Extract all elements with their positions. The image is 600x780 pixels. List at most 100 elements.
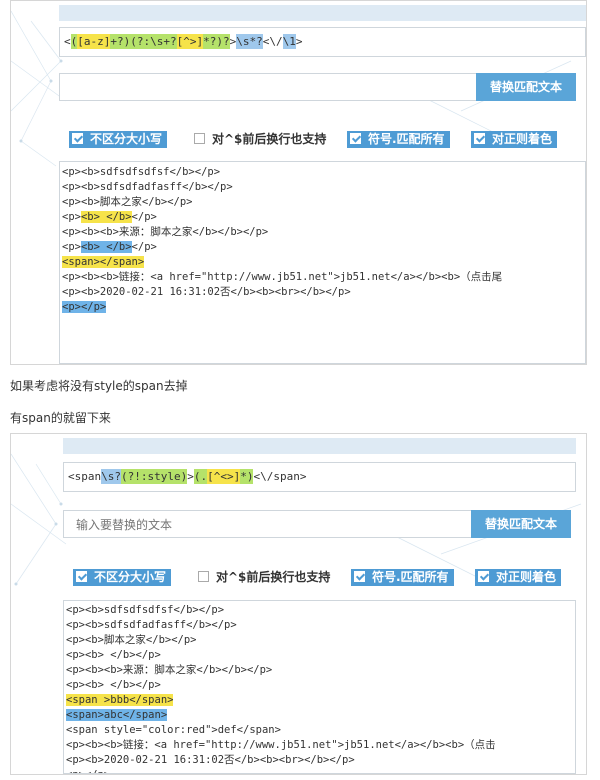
option-checkbox[interactable]: 不区分大小写 (73, 569, 172, 586)
regex-tool-screenshot-1: <([a-z]+?)(?:\s+?[^>]*?)?>\s*?<\/\1> 替换匹… (10, 0, 587, 365)
option-label: 不区分大小写 (94, 570, 167, 584)
text-line: <p><b>sdfsdfsdfsf</b></p> (60, 165, 585, 180)
line-text: <p><b>sdfsdfsdfsf</b></p> (66, 604, 225, 616)
option-checkbox[interactable]: 对^$前后换行也支持 (195, 569, 333, 586)
checkbox-checked-icon (478, 571, 489, 582)
top-bar (59, 5, 586, 21)
regex-token: \s? (101, 469, 121, 484)
regex-token: > (187, 470, 194, 483)
line-text: <span style="color:red">def</span> (66, 724, 281, 736)
caption-1: 如果考虑将没有style的span去掉 (10, 379, 188, 393)
text-area[interactable]: <p><b>sdfsdfsdfsf</b></p> <p><b>sdfsdfadf… (63, 600, 576, 774)
text-line: <p><b><b>来源：脚本之家</b></b></p> (64, 663, 575, 678)
option-checkbox[interactable]: 对正则着色 (475, 569, 562, 586)
option-checkbox[interactable]: 不区分大小写 (69, 131, 168, 148)
line-text: <p><b>sdfsdfadfasff</b></p> (66, 619, 237, 631)
text-line: <span>abc</span> (64, 708, 575, 723)
line-text: <p><b>sdfsdfadfasff</b></p> (62, 181, 233, 193)
option-label: 对正则着色 (496, 570, 557, 584)
regex-token: \s*? (236, 34, 263, 49)
text-area[interactable]: <p><b>sdfsdfsdfsf</b></p> <p><b>sdfsdfadf… (59, 161, 586, 364)
regex-token: (?! (121, 469, 141, 484)
text-line: <p><b>脚本之家</b></p> (60, 195, 585, 210)
checkbox-checked-icon (354, 571, 365, 582)
option-label: 对^$前后换行也支持 (216, 570, 331, 584)
regex-token: +?) (110, 34, 131, 49)
text-line: <span style="color:red">def</span> (64, 723, 575, 738)
text-line: <p><b>sdfsdfadfasff</b></p> (60, 180, 585, 195)
text-line: <p></p> (60, 300, 585, 315)
checkbox-unchecked-icon (198, 571, 209, 582)
regex-input[interactable]: <([a-z]+?)(?:\s+?[^>]*?)?>\s*?<\/\1> (59, 27, 586, 57)
regex-token: (?: (130, 34, 151, 49)
regex-token: \1 (282, 34, 296, 49)
text-line: <span></span> (60, 255, 585, 270)
line-text: <p><b>2020-02-21 16:31:02否</b><b><br></b… (66, 754, 355, 766)
text-line: <p><b> </b></p> (60, 240, 585, 255)
regex-token: [^>] (176, 34, 204, 49)
option-label: 不区分大小写 (90, 132, 163, 146)
line-text: <p><b><b>链接：<a href="http://www.jb51.net… (62, 271, 503, 283)
regex-token: <span (68, 470, 102, 483)
regex-token: <\/span> (253, 470, 307, 483)
replace-input[interactable] (64, 511, 478, 539)
match-highlight: <p></p> (62, 301, 107, 313)
line-text: <p><b> </b></p> (66, 649, 161, 661)
line-text: <p><b><b>来源：脚本之家</b></b></p> (62, 226, 269, 238)
regex-token: :style) (140, 469, 188, 484)
caption-2: 有span的就留下来 (10, 411, 111, 425)
regex-token: *?)? (203, 34, 230, 49)
match-highlight: <span >bbb</span> (66, 694, 174, 706)
text-line: <p><b>sdfsdfadfasff</b></p> (64, 618, 575, 633)
line-text: <p> (62, 241, 81, 253)
replace-input[interactable] (60, 74, 474, 102)
match-highlight: <span>abc</span> (66, 709, 168, 721)
top-bar (63, 438, 576, 454)
line-text: <p><b>脚本之家</b></p> (66, 634, 197, 646)
line-text: <p><b><b>来源：脚本之家</b></b></p> (66, 664, 273, 676)
text-line: <p><b>sdfsdfsdfsf</b></p> (64, 603, 575, 618)
match-highlight: <span></span> (62, 256, 145, 268)
text-line: <p><b>2020-02-21 16:31:02否</b><b><br></b… (64, 753, 575, 768)
text-line: <p><b>2020-02-21 16:31:02否</b><b><br></b… (60, 285, 585, 300)
line-text: <p></p> (66, 769, 110, 773)
regex-token: <\/ (262, 35, 283, 48)
line-text: <p><b>2020-02-21 16:31:02否</b><b><br></b… (62, 286, 351, 298)
line-text: <p><b>脚本之家</b></p> (62, 196, 193, 208)
text-line: <p><b><b>来源：脚本之家</b></b></p> (60, 225, 585, 240)
option-checkbox[interactable]: 符号.匹配所有 (351, 569, 454, 586)
text-line: <p><b> </b></p> (64, 678, 575, 693)
text-line: <p></p> (64, 768, 575, 773)
option-checkbox[interactable]: 符号.匹配所有 (347, 131, 450, 148)
option-label: 符号.匹配所有 (368, 132, 445, 146)
option-label: 对^$前后换行也支持 (212, 132, 327, 146)
regex-token: < (64, 35, 71, 48)
checkbox-checked-icon (72, 133, 83, 144)
regex-token: [a-z] (77, 34, 111, 49)
replace-row: 替换匹配文本 (59, 73, 576, 102)
option-checkbox[interactable]: 对^$前后换行也支持 (191, 131, 329, 148)
line-text: <p><b> </b></p> (66, 679, 161, 691)
regex-token: > (295, 35, 303, 48)
checkbox-checked-icon (350, 133, 361, 144)
text-line: <p><b> </b></p> (60, 210, 585, 225)
checkbox-checked-icon (474, 133, 485, 144)
text-line: <p><b><b>链接：<a href="http://www.jb51.net… (60, 270, 585, 285)
line-text: <p> (62, 211, 81, 223)
text-line: <span >bbb</span> (64, 693, 575, 708)
text-line: <p><b>脚本之家</b></p> (64, 633, 575, 648)
checkbox-checked-icon (76, 571, 87, 582)
match-highlight: <b> </b> (80, 211, 132, 223)
option-checkbox[interactable]: 对正则着色 (471, 131, 558, 148)
regex-token: (. (193, 469, 208, 484)
option-label: 对正则着色 (492, 132, 553, 146)
regex-input[interactable]: <span\s?(?!:style)>(.[^<>]*)<\/span> (63, 462, 576, 492)
text-line: <p><b> </b></p> (64, 648, 575, 663)
line-text: <p><b>sdfsdfsdfsf</b></p> (62, 166, 221, 178)
replace-button[interactable]: 替换匹配文本 (476, 73, 576, 101)
line-text: </p> (131, 211, 157, 223)
line-text: </p> (131, 241, 157, 253)
replace-row: 替换匹配文本 (63, 510, 571, 539)
replace-button[interactable]: 替换匹配文本 (471, 510, 571, 538)
regex-token: [^<>] (207, 469, 241, 484)
